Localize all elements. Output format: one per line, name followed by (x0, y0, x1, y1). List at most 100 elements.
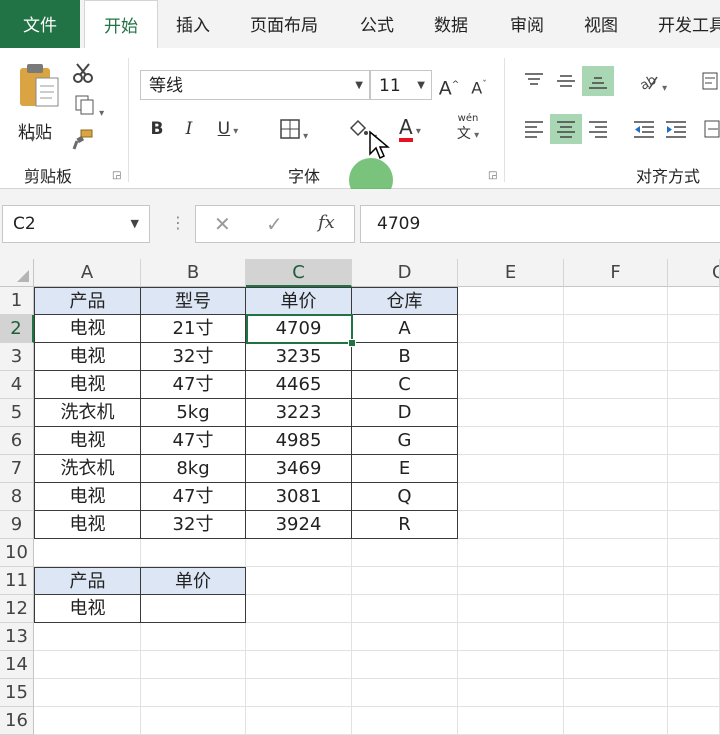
name-box[interactable]: C2 ▼ (2, 205, 150, 243)
cell[interactable] (246, 651, 352, 679)
cell[interactable] (141, 707, 246, 735)
row-header[interactable]: 12 (0, 595, 34, 623)
column-header-d[interactable]: D (352, 259, 458, 287)
cell[interactable] (668, 343, 720, 371)
cell[interactable] (458, 567, 564, 595)
table-cell[interactable]: 3223 (246, 399, 352, 427)
cell[interactable] (246, 623, 352, 651)
row-header[interactable]: 9 (0, 511, 34, 539)
table-cell[interactable]: 3924 (246, 511, 352, 539)
paste-dropdown-button[interactable]: ▾ (30, 134, 35, 145)
cell[interactable] (668, 623, 720, 651)
column-header-e[interactable]: E (458, 259, 564, 287)
tab-view[interactable]: 视图 (584, 0, 618, 48)
cell[interactable] (564, 623, 668, 651)
cell[interactable] (246, 539, 352, 567)
table-cell[interactable]: 32寸 (141, 343, 246, 371)
table-cell[interactable]: R (352, 511, 458, 539)
tab-formulas[interactable]: 公式 (360, 0, 394, 48)
cell[interactable] (352, 707, 458, 735)
lookup-header-cell[interactable]: 单价 (141, 567, 246, 595)
paste-button[interactable]: 粘贴 (14, 62, 64, 143)
table-cell[interactable]: 3469 (246, 455, 352, 483)
cut-button[interactable] (68, 58, 98, 88)
table-cell[interactable]: E (352, 455, 458, 483)
table-cell[interactable]: 电视 (34, 427, 141, 455)
middle-align-button[interactable] (550, 66, 582, 96)
cell[interactable] (141, 539, 246, 567)
cell[interactable] (564, 567, 668, 595)
table-cell[interactable]: 洗衣机 (34, 399, 141, 427)
row-header[interactable]: 11 (0, 567, 34, 595)
column-header-a[interactable]: A (34, 259, 141, 287)
enter-icon[interactable]: ✓ (266, 212, 283, 236)
table-cell[interactable]: 21寸 (141, 315, 246, 343)
font-dialog-launcher-icon[interactable]: ◲ (488, 170, 497, 181)
table-cell[interactable]: Q (352, 483, 458, 511)
decrease-indent-button[interactable] (628, 114, 660, 144)
row-header[interactable]: 3 (0, 343, 34, 371)
column-header-g[interactable]: G (668, 259, 720, 287)
cell[interactable] (141, 623, 246, 651)
column-header-b[interactable]: B (141, 259, 246, 287)
cell[interactable] (458, 287, 564, 315)
cell[interactable] (668, 651, 720, 679)
bold-button[interactable]: B (146, 114, 168, 144)
cell[interactable] (352, 595, 458, 623)
cell[interactable] (564, 511, 668, 539)
table-cell[interactable]: 电视 (34, 483, 141, 511)
cell[interactable] (564, 539, 668, 567)
table-cell[interactable]: 洗衣机 (34, 455, 141, 483)
cell[interactable] (564, 371, 668, 399)
cell[interactable] (246, 595, 352, 623)
orientation-button[interactable]: ab ▾ (630, 66, 674, 96)
format-painter-button[interactable] (68, 124, 98, 154)
table-cell[interactable]: 47寸 (141, 483, 246, 511)
row-header[interactable]: 4 (0, 371, 34, 399)
table-header-cell[interactable]: 单价 (246, 287, 352, 315)
table-cell[interactable]: 电视 (34, 511, 141, 539)
cell[interactable] (246, 707, 352, 735)
cell[interactable] (668, 315, 720, 343)
italic-button[interactable]: I (178, 114, 200, 144)
row-header[interactable]: 2 (0, 315, 34, 343)
cell[interactable] (458, 707, 564, 735)
cell[interactable] (668, 483, 720, 511)
font-size-combobox[interactable]: 11 ▼ (370, 70, 432, 100)
cell[interactable] (668, 679, 720, 707)
cell[interactable] (564, 707, 668, 735)
cell[interactable] (668, 567, 720, 595)
cell[interactable] (458, 511, 564, 539)
table-cell[interactable]: 32寸 (141, 511, 246, 539)
cell[interactable] (141, 651, 246, 679)
tab-data[interactable]: 数据 (434, 0, 468, 48)
merge-center-button[interactable] (704, 114, 720, 144)
cell[interactable] (458, 483, 564, 511)
cell[interactable] (458, 315, 564, 343)
formula-input[interactable]: 4709 (360, 205, 720, 243)
cell[interactable] (352, 651, 458, 679)
underline-button[interactable]: U ▾ (208, 114, 248, 144)
increase-font-size-button[interactable]: A^ (436, 70, 462, 100)
table-cell[interactable]: 5kg (141, 399, 246, 427)
phonetic-guide-button[interactable]: wén 文 ▾ (444, 112, 492, 142)
table-cell[interactable]: 8kg (141, 455, 246, 483)
cell[interactable] (564, 315, 668, 343)
cell[interactable] (668, 595, 720, 623)
cell[interactable] (564, 455, 668, 483)
cell[interactable] (564, 427, 668, 455)
cancel-icon[interactable]: ✕ (214, 212, 231, 236)
lookup-cell[interactable] (141, 595, 246, 623)
formula-bar-splitter-icon[interactable]: ⋮ (170, 213, 186, 232)
cell[interactable] (458, 595, 564, 623)
table-cell[interactable]: B (352, 343, 458, 371)
table-cell[interactable]: 47寸 (141, 371, 246, 399)
cell[interactable] (458, 371, 564, 399)
bottom-align-button[interactable] (582, 66, 614, 96)
cell[interactable] (34, 679, 141, 707)
row-header[interactable]: 5 (0, 399, 34, 427)
table-cell[interactable]: 4465 (246, 371, 352, 399)
cell[interactable] (246, 567, 352, 595)
cell[interactable] (458, 427, 564, 455)
table-header-cell[interactable]: 型号 (141, 287, 246, 315)
